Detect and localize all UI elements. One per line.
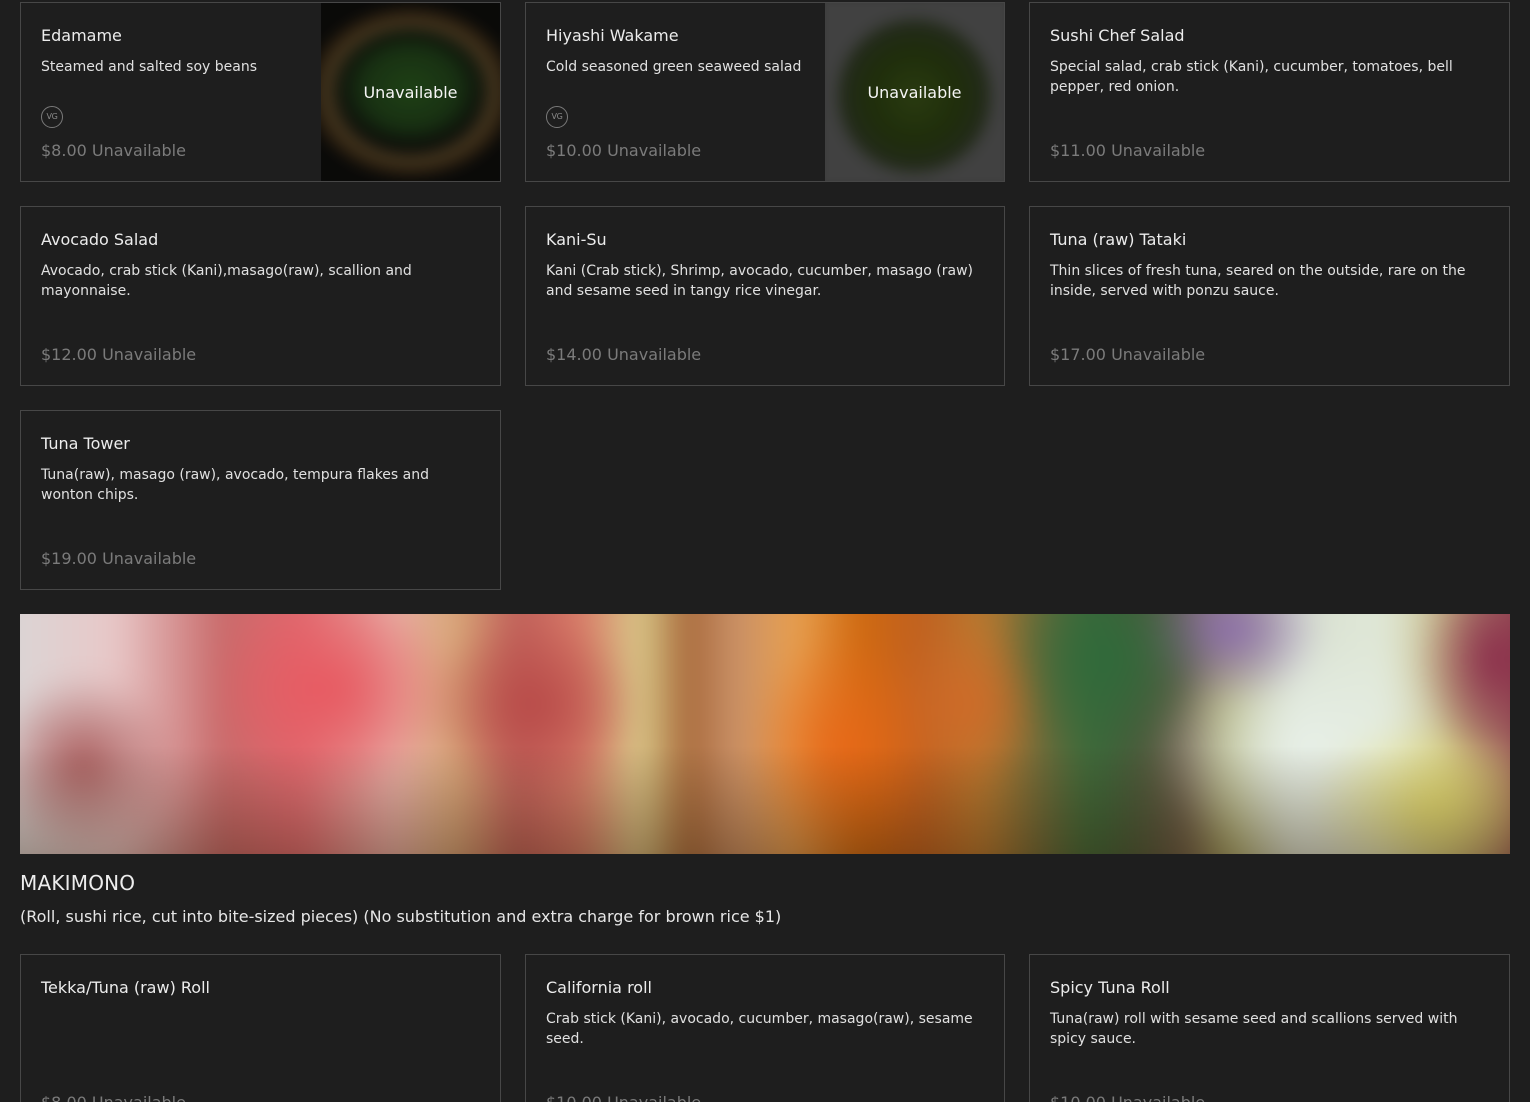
vegetarian-badge-icon: VG: [546, 106, 568, 128]
item-price: $19.00 Unavailable: [41, 549, 197, 568]
item-description: Avocado, crab stick (Kani),masago(raw), …: [41, 263, 412, 299]
item-price: $17.00 Unavailable: [1050, 345, 1206, 364]
item-price: $12.00 Unavailable: [41, 345, 197, 364]
item-name: Edamame: [41, 26, 122, 45]
item-price: $10.00 Unavailable: [546, 1093, 701, 1102]
menu-page: Edamame Steamed and salted soy beans VG …: [0, 0, 1530, 1102]
menu-item-card-kani-su[interactable]: Kani-Su Kani (Crab stick), Shrimp, avoca…: [525, 206, 1005, 386]
item-price: $8.00 Unavailable: [41, 1093, 186, 1102]
item-name: Sushi Chef Salad: [1050, 26, 1185, 45]
vegetarian-badge-icon: VG: [41, 106, 63, 128]
menu-item-card-sushi-chef-salad[interactable]: Sushi Chef Salad Special salad, crab sti…: [1029, 2, 1510, 182]
item-description: Thin slices of fresh tuna, seared on the…: [1050, 263, 1466, 299]
item-name: Avocado Salad: [41, 230, 159, 249]
item-price: $11.00 Unavailable: [1050, 141, 1206, 160]
item-description: Kani (Crab stick), Shrimp, avocado, cucu…: [546, 263, 973, 299]
menu-item-card-tuna-tataki[interactable]: Tuna (raw) Tataki Thin slices of fresh t…: [1029, 206, 1510, 386]
item-name: Tuna Tower: [41, 434, 130, 453]
item-name: Tuna (raw) Tataki: [1050, 230, 1187, 249]
item-price: $10.00 Unavailable: [546, 141, 702, 160]
menu-item-card-tuna-tower[interactable]: Tuna Tower Tuna(raw), masago (raw), avoc…: [20, 410, 501, 590]
item-name: Hiyashi Wakame: [546, 26, 679, 45]
item-name: California roll: [546, 978, 652, 997]
section-banner-image: [20, 614, 1510, 854]
item-description: Cold seasoned green seaweed salad: [546, 59, 802, 75]
item-price: $8.00 Unavailable: [41, 141, 186, 160]
menu-item-card-california-roll[interactable]: California roll Crab stick (Kani), avoca…: [525, 954, 1005, 1102]
item-price: $10.00 Unavailable: [1050, 1093, 1205, 1102]
section-title: MAKIMONO: [20, 871, 136, 895]
item-price: $14.00 Unavailable: [546, 345, 702, 364]
item-name: Tekka/Tuna (raw) Roll: [41, 978, 210, 997]
item-description: Special salad, crab stick (Kani), cucumb…: [1050, 59, 1453, 95]
menu-item-grid: Tekka/Tuna (raw) Roll $8.00 Unavailable …: [20, 954, 1510, 1102]
section-description: (Roll, sushi rice, cut into bite-sized p…: [20, 907, 782, 926]
menu-item-card-tekka-roll[interactable]: Tekka/Tuna (raw) Roll $8.00 Unavailable: [20, 954, 501, 1102]
menu-item-card-edamame[interactable]: Edamame Steamed and salted soy beans VG …: [20, 2, 501, 182]
menu-item-grid: Edamame Steamed and salted soy beans VG …: [20, 2, 1510, 590]
menu-item-card-spicy-tuna-roll[interactable]: Spicy Tuna Roll Tuna(raw) roll with sesa…: [1029, 954, 1510, 1102]
item-name: Kani-Su: [546, 230, 607, 249]
item-description: Steamed and salted soy beans: [41, 59, 257, 75]
menu-item-card-hiyashi-wakame[interactable]: Hiyashi Wakame Cold seasoned green seawe…: [525, 2, 1005, 182]
item-description: Tuna(raw), masago (raw), avocado, tempur…: [41, 467, 430, 503]
item-description: Tuna(raw) roll with sesame seed and scal…: [1050, 1011, 1458, 1047]
image-unavailable-label: Unavailable: [363, 83, 458, 102]
menu-item-card-avocado-salad[interactable]: Avocado Salad Avocado, crab stick (Kani)…: [20, 206, 501, 386]
item-image[interactable]: Unavailable: [825, 3, 1004, 181]
item-image[interactable]: Unavailable: [321, 3, 500, 181]
item-description: Crab stick (Kani), avocado, cucumber, ma…: [546, 1011, 973, 1047]
item-name: Spicy Tuna Roll: [1050, 978, 1170, 997]
image-unavailable-label: Unavailable: [867, 83, 962, 102]
